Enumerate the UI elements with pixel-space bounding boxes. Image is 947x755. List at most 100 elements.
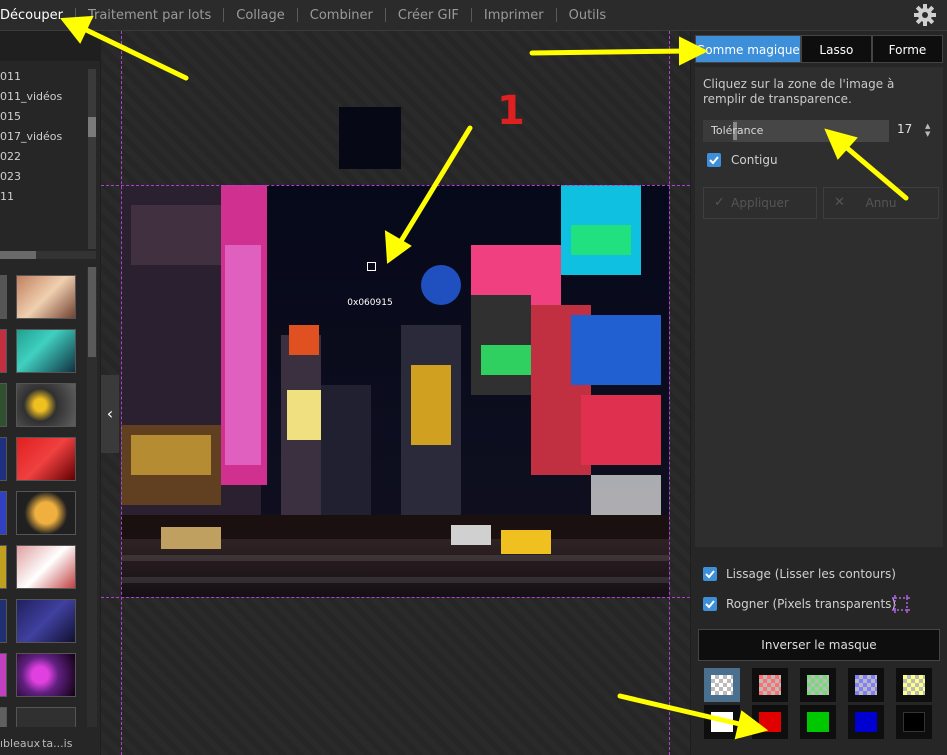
apply-button[interactable]: ✓ Appliquer [703,187,817,219]
crop-guide-top[interactable] [101,185,690,186]
thumbnail[interactable] [16,599,76,643]
thumbnail[interactable] [0,383,7,427]
thumbnail[interactable] [16,383,76,427]
mask-color-swatch[interactable] [848,705,884,739]
left-panel: 011 011_vidéos 015 017_vidéos 022 023 11… [0,31,100,755]
thumbnail[interactable] [16,653,76,697]
tolerance-value[interactable]: 17 [897,122,912,136]
mask-color-swatch[interactable] [896,705,932,739]
mask-color-swatch[interactable] [704,668,740,702]
chevron-left-icon: ‹ [106,404,114,423]
crop-guide-right[interactable] [669,31,670,755]
folder-item[interactable]: 022 [0,147,86,167]
photo-image[interactable] [121,185,669,597]
spin-down-icon[interactable]: ▼ [925,130,935,138]
white-swatch [711,712,733,732]
main-menu: Découper Traitement par lots Collage Com… [0,0,618,30]
gear-icon[interactable] [913,3,937,27]
bottom-tab[interactable]: ta...is [42,735,74,755]
checkmark-icon [709,156,719,165]
tab-gomme-magique[interactable]: Gomme magique [695,35,801,63]
crop-transparent-label: Rogner (Pixels transparents) [726,597,897,611]
tree-scrollbar-thumb[interactable] [88,117,96,137]
crop-transparent-checkbox[interactable] [703,597,717,611]
folder-item[interactable]: 011 [0,67,86,87]
magic-eraser-cursor [367,262,376,271]
menu-combiner[interactable]: Combiner [298,8,385,23]
mask-color-swatch[interactable] [800,705,836,739]
thumbnail[interactable] [0,653,7,697]
thumbnail[interactable] [0,329,7,373]
cancel-button-label: Annu [865,196,897,210]
tolerance-label: Tolérance [711,124,764,137]
menu-collage[interactable]: Collage [224,8,296,23]
collapse-left-panel-button[interactable]: ‹ [101,375,119,453]
folder-item[interactable]: 023 [0,167,86,187]
bottom-tab[interactable]: ıbleaux [0,735,42,755]
right-panel: Gomme magique Lasso Forme Cliquez sur la… [691,31,947,755]
mask-color-swatch[interactable] [800,668,836,702]
folder-item[interactable]: 017_vidéos [0,127,86,147]
tolerance-spinner[interactable]: ▲ ▼ [925,122,935,138]
light-green-swatch [807,675,829,695]
folder-item[interactable]: 011_vidéos [0,87,86,107]
crop-guide-bottom[interactable] [101,597,690,598]
crop-icon[interactable] [891,594,911,614]
thumbnail[interactable] [0,275,7,319]
black-swatch [903,712,925,732]
smoothing-checkbox[interactable] [703,567,717,581]
light-yellow-swatch [903,675,925,695]
thumbnail[interactable] [0,437,7,481]
mask-color-swatch[interactable] [752,705,788,739]
light-blue-swatch [855,675,877,695]
menu-creer-gif[interactable]: Créer GIF [386,8,471,23]
tab-lasso[interactable]: Lasso [800,35,872,63]
folder-item[interactable]: 11 [0,187,86,207]
menu-decouper[interactable]: Découper [0,8,75,23]
checkmark-icon [705,570,715,579]
checker-swatch [711,675,733,695]
image-canvas[interactable]: ‹ 0x060915 [101,31,690,755]
pixel-color-sample [339,107,401,169]
thumbnail-scrollbar-thumb[interactable] [88,267,96,357]
left-panel-header [0,31,100,61]
tolerance-slider[interactable]: Tolérance [703,120,889,142]
mask-color-swatch[interactable] [752,668,788,702]
thumbnail[interactable] [16,545,76,589]
light-red-swatch [759,675,781,695]
left-bottom-tabs: ıbleaux ta...is [0,735,100,755]
thumbnail[interactable] [0,545,7,589]
invert-mask-button[interactable]: Inverser le masque [698,629,940,661]
mask-color-swatch[interactable] [896,668,932,702]
pixel-color-code: 0x060915 [347,298,393,308]
thumbnail[interactable] [0,599,7,643]
menu-traitement-par-lots[interactable]: Traitement par lots [76,8,223,23]
annotation-number: 1 [497,88,525,134]
crop-guide-left[interactable] [121,31,122,755]
smoothing-label: Lissage (Lisser les contours) [726,567,896,581]
menu-outils[interactable]: Outils [557,8,619,23]
thumbnail[interactable] [16,437,76,481]
menu-imprimer[interactable]: Imprimer [472,8,556,23]
cancel-button[interactable]: ✕ Annu [823,187,939,219]
thumbnail[interactable] [16,707,76,727]
instruction-text: Cliquez sur la zone de l'image à remplir… [703,77,895,106]
thumbnail[interactable] [16,275,76,319]
thumbnail[interactable] [0,491,7,535]
tree-scrollbar[interactable] [88,69,96,249]
thumbnail[interactable] [0,707,7,727]
magic-eraser-options: Cliquez sur la zone de l'image à remplir… [695,67,943,547]
tab-forme[interactable]: Forme [871,35,944,63]
mask-color-swatch[interactable] [704,705,740,739]
blue-swatch [855,712,877,732]
spin-up-icon[interactable]: ▲ [925,122,935,130]
tree-horizontal-scrollbar-thumb[interactable] [0,251,36,259]
contigu-label: Contigu [731,153,778,167]
folder-item[interactable]: 015 [0,107,86,127]
thumbnail[interactable] [16,491,76,535]
thumbnail[interactable] [16,329,76,373]
green-swatch [807,712,829,732]
red-swatch [759,712,781,732]
contigu-checkbox[interactable] [707,153,721,167]
mask-color-swatch[interactable] [848,668,884,702]
